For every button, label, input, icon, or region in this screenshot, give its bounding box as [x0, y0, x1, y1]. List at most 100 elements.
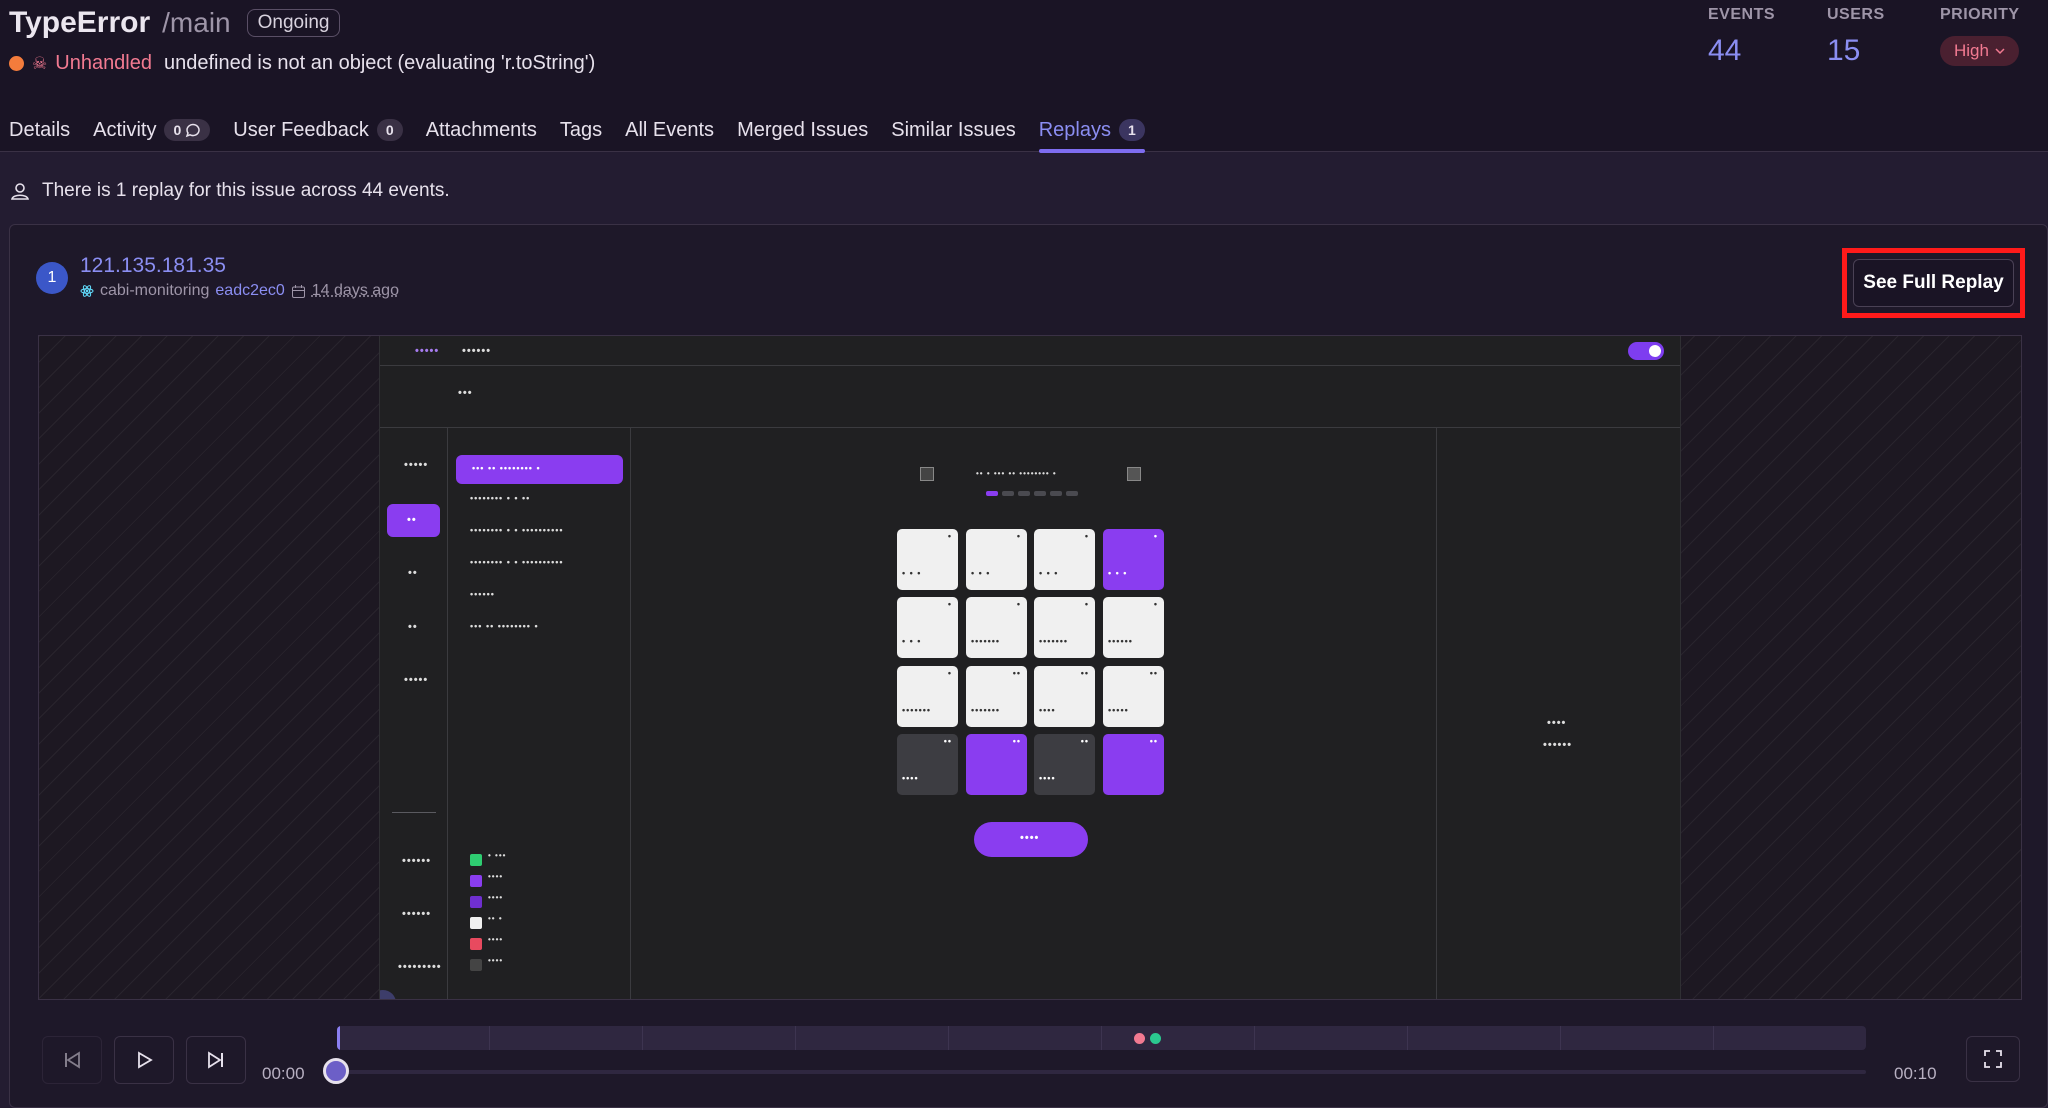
grid-tile: • • • • — [1034, 529, 1095, 590]
timeline-gridline — [1407, 1026, 1408, 1050]
project-name: cabi-monitoring — [100, 282, 210, 299]
tab-merged-issues[interactable]: Merged Issues — [737, 108, 868, 152]
rail-item: •• — [408, 621, 418, 633]
users-count[interactable]: 15 — [1827, 34, 1860, 68]
pager-dot — [1050, 491, 1062, 496]
tab-attachments[interactable]: Attachments — [426, 108, 537, 152]
skull-icon: ☠ — [32, 53, 48, 73]
tab-details[interactable]: Details — [9, 108, 70, 152]
play-icon — [138, 1051, 153, 1069]
replay-viewport[interactable]: ••••• •••••• ••• ••••• •• •• •• ••••• ••… — [38, 335, 2022, 1000]
replays-count-badge: 1 — [1118, 119, 1145, 141]
tab-all-events[interactable]: All Events — [625, 108, 714, 152]
pager-dot — [1018, 491, 1030, 496]
fullscreen-button[interactable] — [1966, 1036, 2020, 1082]
timeline-error-marker[interactable] — [1134, 1033, 1145, 1044]
menu-item: •••••••• • • •• — [470, 493, 531, 503]
menu-item: •••••••• • • •••••••••• — [470, 525, 564, 535]
timeline-gridline — [642, 1026, 643, 1050]
priority-dropdown[interactable]: High — [1940, 36, 2019, 66]
grid-tile: • • • • — [966, 529, 1027, 590]
events-label: EVENTS — [1708, 6, 1776, 23]
issue-type: TypeError — [9, 6, 151, 39]
replay-info-text: There is 1 replay for this issue across … — [42, 180, 450, 201]
grid-tile: •• — [1103, 734, 1164, 795]
tab-replays[interactable]: Replays 1 — [1038, 108, 1145, 153]
legend-swatch — [470, 896, 482, 908]
grid-tile: •• ••••••• — [966, 666, 1027, 727]
grid-tile: • • • • — [897, 529, 958, 590]
legend-swatch — [470, 959, 482, 971]
tab-user-feedback[interactable]: User Feedback 0 — [233, 108, 403, 152]
orange-dot-icon — [9, 56, 24, 71]
image-icon — [1127, 467, 1141, 481]
app-avatar — [380, 990, 396, 999]
grid-tile: • ••••••• — [1034, 597, 1095, 658]
tab-label: Merged Issues — [737, 118, 869, 141]
timeline-gridline — [1560, 1026, 1561, 1050]
priority-label: PRIORITY — [1940, 6, 2020, 23]
side-panel-text: •••••• — [1543, 739, 1573, 751]
replay-meta: cabi-monitoring eadc2ec0 14 days ago — [80, 282, 399, 300]
timeline-start-marker — [337, 1026, 340, 1050]
replay-scrubber[interactable] — [337, 1070, 1866, 1074]
replay-time-ago: 14 days ago — [311, 282, 399, 299]
comment-icon — [186, 123, 200, 138]
legend-label: •• • — [488, 914, 503, 923]
timeline-gridline — [795, 1026, 796, 1050]
play-button[interactable] — [114, 1036, 174, 1084]
tab-similar-issues[interactable]: Similar Issues — [891, 108, 1015, 152]
activity-count-badge: 0 — [164, 119, 211, 141]
tab-activity[interactable]: Activity 0 — [93, 108, 211, 152]
skip-next-icon — [208, 1051, 223, 1069]
app-title: •••••• — [462, 345, 492, 357]
commit-link[interactable]: eadc2ec0 — [215, 282, 284, 300]
legend-label: •••• — [488, 956, 504, 965]
image-icon — [920, 467, 934, 481]
tab-tags[interactable]: Tags — [560, 108, 602, 152]
scrubber-handle[interactable] — [323, 1058, 349, 1084]
grid-tile: •• •••• — [1034, 666, 1095, 727]
users-stat[interactable]: USERS 15 — [1827, 6, 1885, 68]
timeline-event-marker[interactable] — [1150, 1033, 1161, 1044]
tab-label: User Feedback — [233, 118, 369, 141]
tab-label: All Events — [625, 118, 715, 141]
priority-stat: PRIORITY High — [1940, 6, 2020, 66]
menu-item: •••••• — [470, 589, 495, 599]
feedback-count-badge: 0 — [376, 119, 403, 141]
grid-tile: •• •••• — [897, 734, 958, 795]
menu-item: •••••••• • • •••••••••• — [470, 557, 564, 567]
rail-item: •••••• — [402, 908, 432, 920]
app-side-panel: •••• •••••• — [1436, 428, 1680, 999]
see-full-replay-button[interactable]: See Full Replay — [1853, 259, 2014, 307]
rail-divider — [392, 812, 436, 813]
issue-title-row: TypeError /main Ongoing — [9, 6, 341, 41]
tab-label: Attachments — [425, 118, 537, 141]
replay-info: There is 1 replay for this issue across … — [10, 180, 450, 202]
priority-value: High — [1954, 41, 1989, 60]
app-topbar: ••••• •••••• — [380, 336, 1680, 366]
rewind-button[interactable] — [42, 1036, 102, 1084]
skip-back-icon — [65, 1051, 80, 1069]
events-stat[interactable]: EVENTS 44 — [1708, 6, 1775, 68]
side-panel-text: •••• — [1547, 717, 1567, 729]
legend-label: •••• — [488, 893, 504, 902]
replay-timeline[interactable] — [337, 1026, 1866, 1050]
tab-label: Activity — [93, 118, 157, 141]
next-button[interactable] — [186, 1036, 246, 1084]
app-rail: ••••• •• •• •• ••••• •••••• •••••• •••••… — [380, 428, 448, 999]
user-icon — [11, 183, 29, 200]
rail-item: ••••• — [404, 459, 429, 471]
app-primary-button: •••• — [974, 822, 1088, 857]
current-time: 00:00 — [262, 1064, 305, 1083]
unhandled-label: Unhandled — [55, 52, 152, 74]
legend-label: • ••• — [488, 851, 507, 860]
total-time: 00:10 — [1894, 1064, 1937, 1083]
events-count[interactable]: 44 — [1708, 34, 1741, 68]
timeline-gridline — [489, 1026, 490, 1050]
menu-item-label: ••• •• •••••••• • — [472, 463, 541, 473]
react-icon — [80, 285, 94, 297]
grid-tile: • • • • — [1103, 529, 1164, 590]
grid-tile: •• — [966, 734, 1027, 795]
replay-user-link[interactable]: 121.135.181.35 — [80, 254, 399, 278]
